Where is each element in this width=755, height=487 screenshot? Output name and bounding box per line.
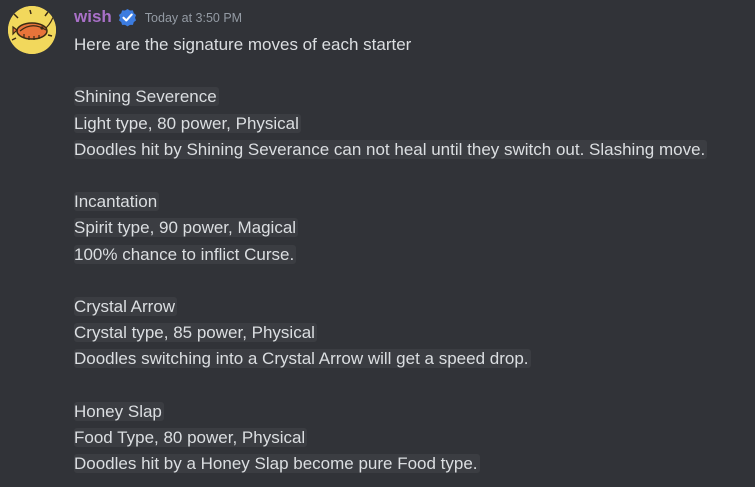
move-effect: Doodles switching into a Crystal Arrow w… bbox=[74, 349, 531, 369]
check-badge-icon bbox=[118, 8, 137, 27]
username[interactable]: wish bbox=[74, 7, 112, 27]
move-effect: Doodles hit by a Honey Slap become pure … bbox=[74, 454, 480, 473]
move-effect: Doodles hit by Shining Severance can not… bbox=[74, 139, 708, 159]
move-name: Incantation bbox=[74, 192, 160, 212]
message-header: wish Today at 3:50 PM bbox=[74, 6, 242, 28]
move-name: Shining Severence bbox=[74, 87, 219, 107]
timestamp[interactable]: Today at 3:50 PM bbox=[145, 11, 242, 25]
move-effect: 100% chance to inflict Curse. bbox=[74, 244, 297, 264]
chat-message: wish Today at 3:50 PM Here are the signa… bbox=[0, 0, 755, 487]
move-name: Honey Slap bbox=[74, 401, 164, 421]
move-stats: Crystal type, 85 power, Physical bbox=[74, 323, 317, 343]
shrimp-avatar-icon bbox=[8, 6, 56, 54]
avatar[interactable] bbox=[8, 6, 56, 54]
message-content: Here are the signature moves of each sta… bbox=[74, 32, 708, 477]
move-stats: Light type, 80 power, Physical bbox=[74, 113, 301, 133]
move-name: Crystal Arrow bbox=[74, 296, 178, 316]
move-stats: Spirit type, 90 power, Magical bbox=[74, 218, 299, 238]
message-intro: Here are the signature moves of each sta… bbox=[74, 35, 412, 54]
move-stats: Food Type, 80 power, Physical bbox=[74, 427, 308, 447]
